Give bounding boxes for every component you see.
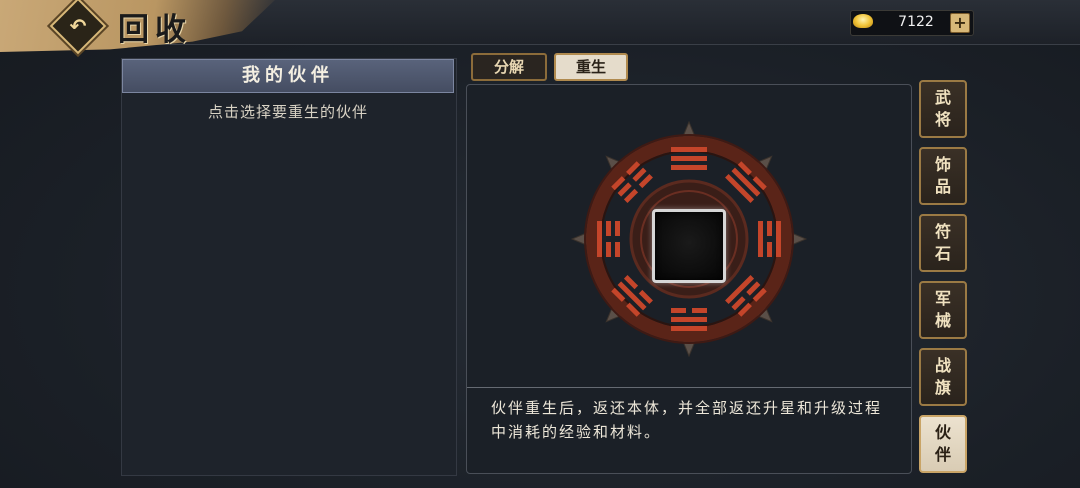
rebirth-description: 伙伴重生后，返还本体，并全部返还升星和升级过程中消耗的经验和材料。 (491, 399, 883, 441)
side-tab-partners[interactable]: 伙 伴 (919, 415, 967, 473)
rebirth-panel: 伙伴重生后，返还本体，并全部返还升星和升级过程中消耗的经验和材料。 (466, 84, 912, 474)
side-tab-char: 旗 (934, 378, 951, 397)
currency-value: 7122 (898, 14, 934, 30)
tab-rebirth[interactable]: 重生 (554, 53, 628, 81)
partner-list-panel[interactable]: 我的伙伴 点击选择要重生的伙伴 (121, 58, 457, 476)
back-arrow-icon: ↶ (69, 14, 87, 38)
description-box: 伙伴重生后，返还本体，并全部返还升星和升级过程中消耗的经验和材料。 (467, 387, 911, 473)
trigram (758, 221, 781, 257)
side-tab-char: 品 (934, 177, 951, 196)
tab-split[interactable]: 分解 (471, 53, 547, 81)
side-tab-char: 伙 (934, 423, 951, 442)
side-tab-char: 械 (934, 311, 951, 330)
trigram (671, 147, 707, 170)
trigram (597, 221, 620, 257)
side-tab-char: 饰 (934, 155, 951, 174)
side-tab-armaments[interactable]: 军 械 (919, 281, 967, 339)
side-tab-banners[interactable]: 战 旗 (919, 348, 967, 406)
currency-display: 7122 + (850, 10, 974, 36)
side-tab-char: 石 (934, 244, 951, 263)
add-currency-button[interactable]: + (950, 13, 970, 33)
partner-list-title: 我的伙伴 (122, 59, 454, 93)
page-title: 回收 (118, 12, 192, 48)
plus-icon: + (953, 13, 967, 32)
side-tab-char: 伴 (934, 445, 951, 464)
side-tab-runestones[interactable]: 符 石 (919, 214, 967, 272)
side-tab-char: 武 (934, 88, 951, 107)
side-tab-char: 军 (934, 289, 951, 308)
side-tab-char: 将 (934, 110, 951, 129)
side-tab-ornaments[interactable]: 饰 品 (919, 147, 967, 205)
side-tab-char: 战 (934, 356, 951, 375)
trigram (671, 308, 707, 331)
side-tab-generals[interactable]: 武 将 (919, 80, 967, 138)
gold-ingot-icon (853, 14, 873, 28)
partner-slot[interactable] (652, 209, 726, 283)
side-tab-char: 符 (934, 222, 951, 241)
partner-list-hint: 点击选择要重生的伙伴 (207, 103, 368, 121)
